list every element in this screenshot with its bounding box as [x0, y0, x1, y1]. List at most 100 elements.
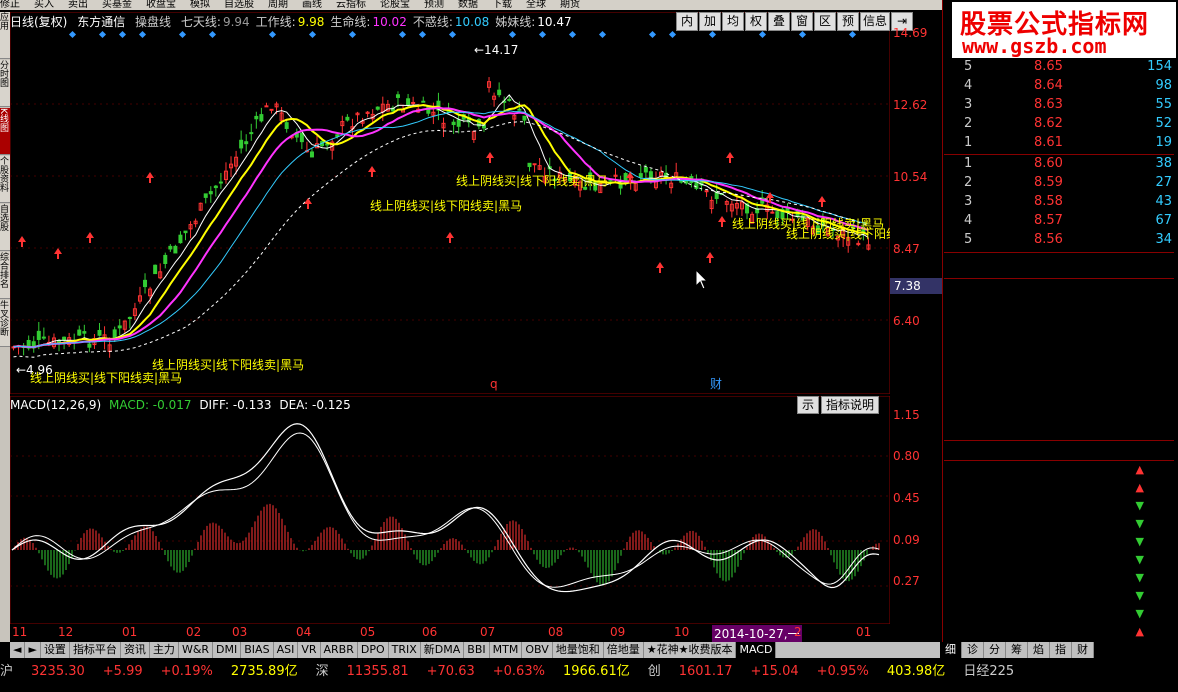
indicator-tab[interactable]: MTM: [490, 642, 523, 658]
top-menu-item[interactable]: 收盘宝: [146, 0, 176, 10]
indicator-tab[interactable]: 资讯: [121, 642, 150, 658]
buy-order-row: 1 8.60 38: [962, 156, 1172, 174]
indicator-tab[interactable]: DPO: [358, 642, 389, 658]
indicator-help-button[interactable]: 指标说明: [821, 396, 880, 414]
top-menu-item[interactable]: 下载: [492, 0, 512, 10]
indicator-tab[interactable]: OBV: [522, 642, 553, 658]
toolbar-button[interactable]: 权: [745, 12, 767, 31]
quote-row: [946, 406, 1174, 423]
indicator-tab[interactable]: ◄: [10, 642, 26, 658]
left-tab[interactable]: 牛叉诊断: [0, 300, 10, 347]
strategy-annotation: 线上阴线买|线下阳线卖|黑马: [152, 358, 304, 372]
indicator-tab[interactable]: MACD: [736, 642, 777, 658]
candle-body: [244, 141, 249, 145]
index-value: 日经225: [963, 664, 1015, 679]
top-menu-item[interactable]: 云指标: [336, 0, 366, 10]
indicator-line-value: 9.94: [222, 15, 250, 29]
macd-y-tick: 0.27: [893, 574, 920, 588]
left-tab[interactable]: 综合排名: [0, 252, 10, 299]
macd-chart[interactable]: [10, 396, 890, 624]
event-marker-fin: 财: [710, 377, 722, 391]
indicator-tab[interactable]: DMI: [213, 642, 242, 658]
candle-body: [82, 331, 87, 334]
tick-row: ▼: [946, 571, 1174, 589]
top-menu-item[interactable]: 自选股: [224, 0, 254, 10]
indicator-line-label: 姊妹线:: [495, 15, 536, 29]
panel-tab[interactable]: 焰: [1028, 642, 1050, 658]
top-menu-item[interactable]: 画线: [302, 0, 322, 10]
panel-tab[interactable]: 分: [984, 642, 1006, 658]
top-menu-item[interactable]: 预测: [424, 0, 444, 10]
order-price: 8.58: [1034, 194, 1063, 209]
indicator-line-value: 9.98: [297, 15, 325, 29]
indicator-tab[interactable]: BIAS: [241, 642, 274, 658]
indicator-tab[interactable]: ASI: [274, 642, 299, 658]
indicator-tab[interactable]: 地量饱和: [553, 642, 604, 658]
toolbar-button[interactable]: 内: [676, 12, 698, 31]
toolbar-button[interactable]: 叠: [768, 12, 790, 31]
left-tab[interactable]: 应用: [0, 12, 10, 59]
toolbar-button[interactable]: 均: [722, 12, 744, 31]
indicator-tab[interactable]: 主力: [150, 642, 179, 658]
indicator-tab[interactable]: ★花神★收费版本: [644, 642, 737, 658]
candle-body: [87, 343, 92, 348]
index-value: +15.04: [750, 664, 799, 679]
top-menu-item[interactable]: 买入: [34, 0, 54, 10]
kline-chart[interactable]: 线上阴线买|线下阳线卖|黑马线上阴线买|线下阳线卖|黑马线上阴线买|线下阳线卖|…: [10, 12, 890, 394]
order-volume: 38: [1155, 156, 1172, 171]
top-menu-item[interactable]: 论股宝: [380, 0, 410, 10]
top-menu-item[interactable]: 数据: [458, 0, 478, 10]
tick-row: ▲: [946, 625, 1174, 643]
top-menu-item[interactable]: 修正: [0, 0, 20, 10]
indicator-tab[interactable]: 新DMA: [421, 642, 465, 658]
panel-tab[interactable]: 指: [1050, 642, 1072, 658]
divider: [944, 440, 1174, 441]
top-menu-item[interactable]: 周期: [268, 0, 288, 10]
order-price: 8.59: [1034, 175, 1063, 190]
indicator-tab[interactable]: W&R: [179, 642, 214, 658]
indicator-tab[interactable]: 倍地量: [604, 642, 644, 658]
top-menu-item[interactable]: 买基金: [102, 0, 132, 10]
left-tab[interactable]: 个股资料: [0, 156, 10, 203]
indicator-tab[interactable]: 设置: [41, 642, 70, 658]
order-level: 1: [964, 135, 973, 150]
tick-row: ▲: [946, 481, 1174, 499]
panel-tab[interactable]: 财: [1072, 642, 1094, 658]
left-tab[interactable]: 分时图: [0, 60, 10, 107]
candle-body: [249, 132, 254, 135]
order-level: 5: [964, 232, 973, 247]
top-menu-item[interactable]: 期货: [560, 0, 580, 10]
order-level: 2: [964, 175, 973, 190]
indicator-tab[interactable]: 指标平台: [70, 642, 121, 658]
index-value: +0.95%: [816, 664, 869, 679]
x-axis-tick: 2014-10-27,一: [712, 625, 802, 642]
toolbar-button[interactable]: 加: [699, 12, 721, 31]
toolbar-button[interactable]: 信息: [860, 12, 891, 31]
left-tab[interactable]: K线图: [0, 108, 10, 155]
toolbar-button[interactable]: 区: [814, 12, 836, 31]
candle-body: [41, 336, 46, 339]
order-level: 2: [964, 116, 973, 131]
top-menu-item[interactable]: 模拟: [190, 0, 210, 10]
toolbar-button[interactable]: 预: [837, 12, 859, 31]
top-menu-item[interactable]: 卖出: [68, 0, 88, 10]
panel-tab[interactable]: 筹: [1006, 642, 1028, 658]
quote-row: [946, 336, 1174, 353]
toolbar-button[interactable]: 窗: [791, 12, 813, 31]
x-axis-tick: 05: [360, 625, 376, 639]
candle-body: [532, 163, 537, 166]
top-menu-item[interactable]: 全球: [526, 0, 546, 10]
indicator-tab[interactable]: ARBR: [321, 642, 358, 658]
indicator-tab[interactable]: BBI: [464, 642, 490, 658]
panel-tab[interactable]: 细: [940, 642, 962, 658]
indicator-show-button[interactable]: 示: [797, 396, 820, 414]
indicator-tab[interactable]: VR: [298, 642, 321, 658]
index-value: 沪: [0, 664, 14, 679]
indicator-tab[interactable]: TRIX: [389, 642, 421, 658]
index-bar: 沪 3235.30 +5.99 +0.19% 2735.89亿 深 11355.81 +70.…: [0, 660, 1178, 680]
panel-tab[interactable]: 诊: [962, 642, 984, 658]
candle-body: [117, 325, 122, 329]
indicator-tab[interactable]: ►: [25, 642, 41, 658]
left-tab[interactable]: 自选股: [0, 204, 10, 251]
index-value: 3235.30: [31, 664, 85, 679]
